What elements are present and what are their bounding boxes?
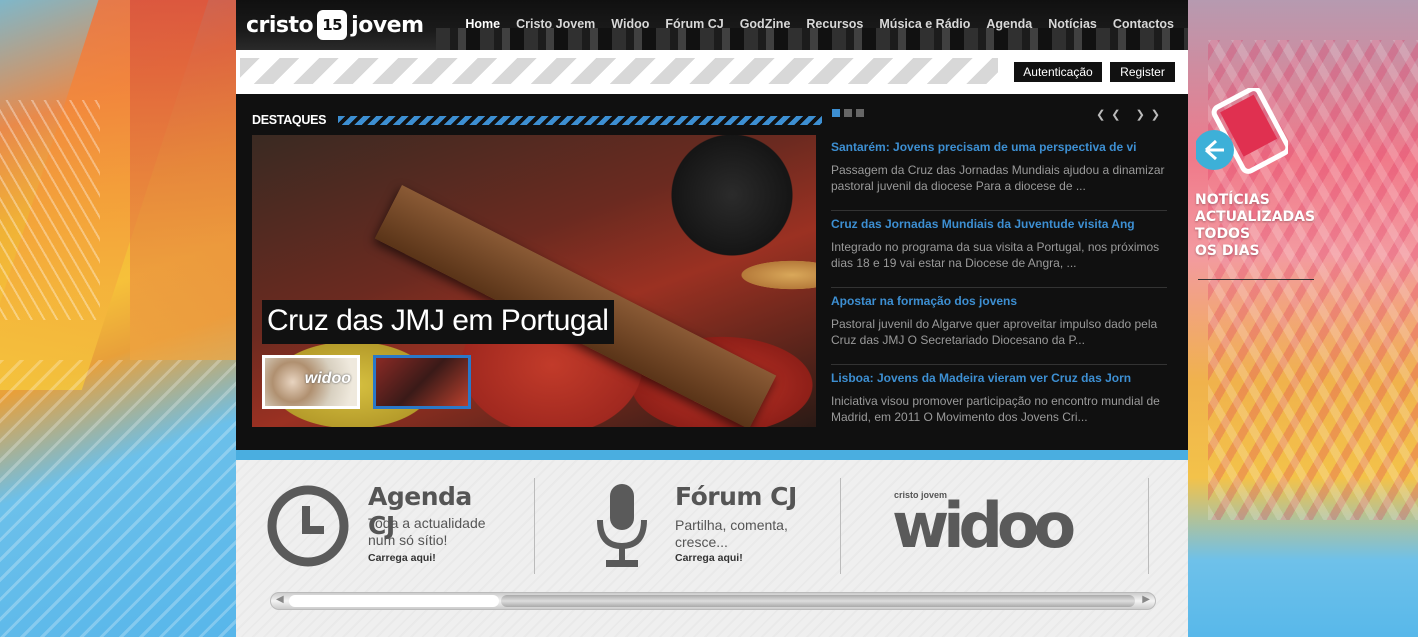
- news-excerpt: Pastoral juvenil do Algarve quer aprovei…: [831, 317, 1158, 347]
- nav-godzine[interactable]: GodZine: [740, 17, 791, 31]
- featured-slide-image[interactable]: Cruz das JMJ em Portugal widoo: [252, 135, 816, 427]
- section-title-stripes: [338, 116, 822, 125]
- list-item: Cruz das Jornadas Mundiais da Juventude …: [831, 211, 1167, 288]
- nav-widoo[interactable]: Widoo: [611, 17, 649, 31]
- forum-box[interactable]: Fórum CJ Partilha, comenta, cresce... Ca…: [592, 480, 832, 580]
- slide-caption[interactable]: Cruz das JMJ em Portugal: [262, 300, 615, 344]
- login-bar: Autenticação Register: [236, 50, 1188, 94]
- microphone-icon: [597, 484, 647, 567]
- promo-carousel: Agenda CJ Toda a actualidade num só síti…: [236, 460, 1188, 637]
- prev-arrow-icon[interactable]: ❮❮: [1096, 109, 1126, 121]
- featured-section: DESTAQUES Cruz das JMJ em Portugal widoo…: [236, 94, 1188, 450]
- scroll-right-icon[interactable]: ▶: [1142, 594, 1150, 605]
- promo-text: NOTÍCIAS ACTUALIZADAS TODOS OS DIAS: [1195, 192, 1316, 259]
- news-title[interactable]: Apostar na formação dos jovens: [831, 294, 1167, 308]
- carousel-scrollbar[interactable]: ◀ ▶: [270, 592, 1156, 610]
- forum-subtitle: Partilha, comenta, cresce...: [675, 517, 788, 550]
- list-item: Apostar na formação dos jovens Pastoral …: [831, 288, 1167, 365]
- clock-icon: [267, 485, 349, 567]
- nav-forum-cj[interactable]: Fórum CJ: [665, 17, 723, 31]
- agenda-subtitle: Toda a actualidade num só sítio!: [368, 515, 486, 548]
- news-pager: ❮❮ ❯❯: [1096, 108, 1166, 121]
- scrollbar-thumb[interactable]: [501, 595, 1135, 607]
- box-separator: [840, 478, 841, 574]
- blue-divider: [236, 450, 1188, 460]
- section-title: DESTAQUES: [252, 113, 327, 127]
- widoo-logo: widoo: [892, 489, 1076, 562]
- scroll-left-icon[interactable]: ◀: [276, 594, 284, 605]
- nav-musica-radio[interactable]: Música e Rádio: [879, 17, 970, 31]
- left-background-art: [0, 0, 236, 637]
- main-nav: Home Cristo Jovem Widoo Fórum CJ GodZine…: [465, 17, 1174, 31]
- slide-dot[interactable]: [832, 109, 840, 117]
- logo-mark-icon: 15: [317, 10, 348, 40]
- nav-agenda[interactable]: Agenda: [986, 17, 1032, 31]
- nav-recursos[interactable]: Recursos: [806, 17, 863, 31]
- register-button[interactable]: Register: [1110, 62, 1175, 82]
- news-excerpt: Passagem da Cruz das Jornadas Mundiais a…: [831, 163, 1165, 193]
- nav-noticias[interactable]: Notícias: [1048, 17, 1097, 31]
- nav-home[interactable]: Home: [465, 17, 500, 31]
- news-excerpt: Iniciativa visou promover participação n…: [831, 394, 1160, 424]
- box-separator: [1148, 478, 1149, 574]
- login-button[interactable]: Autenticação: [1014, 62, 1102, 82]
- next-arrow-icon[interactable]: ❯❯: [1136, 109, 1166, 121]
- widoo-box[interactable]: cristo jovem widoo: [892, 480, 1132, 580]
- nav-cristo-jovem[interactable]: Cristo Jovem: [516, 17, 595, 31]
- news-excerpt: Integrado no programa da sua visita a Po…: [831, 240, 1160, 270]
- right-promo-banner[interactable]: NOTÍCIAS ACTUALIZADAS TODOS OS DIAS: [1188, 0, 1418, 637]
- forum-title: Fórum CJ: [675, 482, 797, 511]
- news-title[interactable]: Lisboa: Jovens da Madeira vieram ver Cru…: [831, 371, 1167, 385]
- nav-contactos[interactable]: Contactos: [1113, 17, 1174, 31]
- news-title[interactable]: Santarém: Jovens precisam de uma perspec…: [831, 140, 1167, 154]
- box-separator: [534, 478, 535, 574]
- list-item: Santarém: Jovens precisam de uma perspec…: [831, 134, 1167, 211]
- site-logo[interactable]: cristo 15 jovem: [246, 8, 424, 42]
- decorative-stripes: [240, 58, 998, 84]
- news-list: Santarém: Jovens precisam de uma perspec…: [831, 134, 1167, 442]
- slide-dots: [832, 109, 864, 117]
- slide-dot[interactable]: [844, 109, 852, 117]
- agenda-box[interactable]: Agenda CJ Toda a actualidade num só síti…: [266, 480, 506, 580]
- forum-cta[interactable]: Carrega aqui!: [675, 552, 743, 564]
- slide-thumbnail-widoo[interactable]: widoo: [262, 355, 360, 409]
- news-title[interactable]: Cruz das Jornadas Mundiais da Juventude …: [831, 217, 1167, 231]
- site-header: cristo 15 jovem Home Cristo Jovem Widoo …: [236, 0, 1188, 50]
- promo-divider: [1198, 279, 1314, 280]
- slide-thumbnail-cross[interactable]: [373, 355, 471, 409]
- agenda-cta[interactable]: Carrega aqui!: [368, 552, 436, 564]
- news-phone-icon: [1196, 88, 1288, 174]
- list-item: Lisboa: Jovens da Madeira vieram ver Cru…: [831, 365, 1167, 442]
- slide-dot[interactable]: [856, 109, 864, 117]
- page-wrapper: cristo 15 jovem Home Cristo Jovem Widoo …: [236, 0, 1188, 637]
